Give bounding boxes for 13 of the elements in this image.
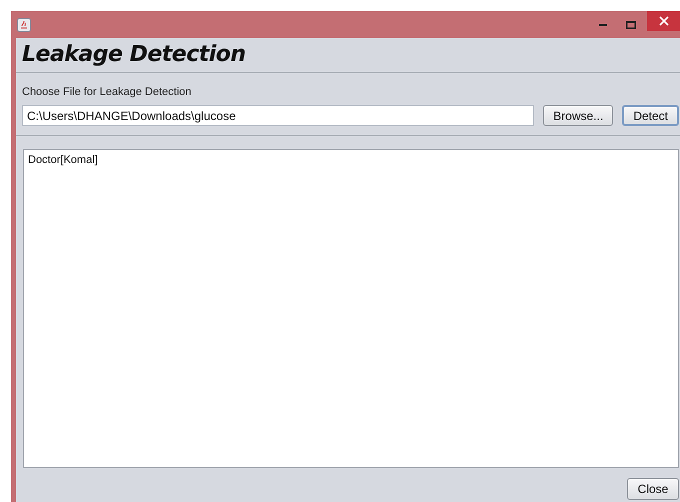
- file-path-field[interactable]: C:\Users\DHANGE\Downloads\glucose: [22, 105, 534, 126]
- output-area[interactable]: Doctor[Komal]: [23, 149, 679, 468]
- browse-button[interactable]: Browse...: [543, 105, 614, 126]
- minimize-icon[interactable]: [599, 24, 607, 26]
- maximize-icon[interactable]: [626, 20, 636, 28]
- field-label: Choose File for Leakage Detection: [22, 86, 192, 98]
- close-button[interactable]: [647, 11, 680, 31]
- detect-button[interactable]: Detect: [622, 105, 679, 126]
- window-heading: Leakage Detection: [22, 41, 246, 69]
- close-dialog-button[interactable]: Close: [627, 478, 679, 500]
- close-icon: [658, 16, 668, 26]
- output-text: Doctor[Komal]: [28, 154, 98, 166]
- app-icon: [17, 18, 31, 32]
